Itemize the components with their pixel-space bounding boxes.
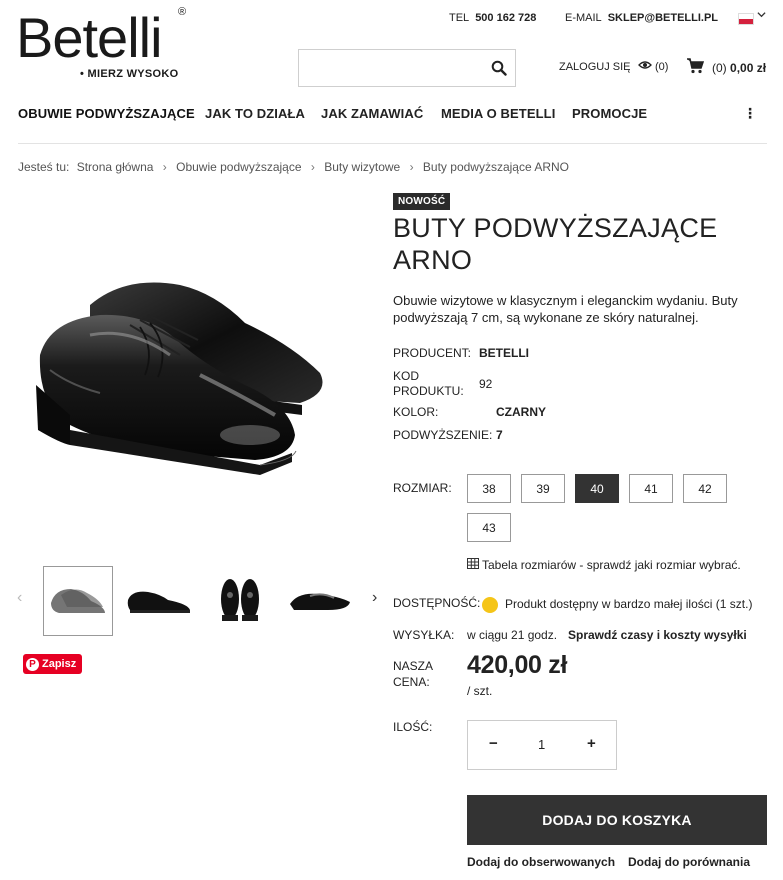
search-icon[interactable] [491,60,507,76]
cart-total: 0,00 zł [730,60,767,75]
size-table-text: Tabela rozmiarów - sprawdź jaki rozmiar … [482,558,741,572]
more-menu-icon[interactable]: ⋮ [743,106,757,120]
brand-name: Betelli [16,6,163,69]
brand-tagline: • MIERZ WYSOKO [80,68,179,80]
lift-label: PODWYŻSZENIE: [393,428,493,442]
gallery-prev-icon[interactable]: ‹ [17,589,22,607]
shipping-time: w ciągu 21 godz. [467,628,558,642]
quantity-increase-button[interactable]: + [587,735,596,752]
nav-divider [18,143,767,144]
nav-item-obuwie[interactable]: OBUWIE PODWYŻSZAJĄCE [18,106,195,121]
code-label: KOD PRODUKTU: [393,369,464,399]
availability-label: DOSTĘPNOŚĆ: [393,596,481,610]
breadcrumb: Jesteś tu: Strona główna › Obuwie podwyż… [18,160,569,174]
chevron-down-icon[interactable] [757,10,766,22]
size-label: ROZMIAR: [393,481,452,495]
watchlist-link[interactable]: (0) [638,60,668,73]
quantity-stepper[interactable]: − 1 + [467,720,617,770]
cart-link[interactable]: (0) 0,00 zł [686,58,766,77]
phone-label: TEL [449,12,470,24]
size-option-43[interactable]: 43 [467,513,511,542]
login-link[interactable]: ZALOGUJ SIĘ [559,61,631,73]
pinterest-label: Zapisz [42,658,77,670]
code-value: 92 [479,377,493,391]
price-label-line2: CENA: [393,675,430,689]
breadcrumb-prefix: Jesteś tu: [18,160,70,174]
add-to-compare-link[interactable]: Dodaj do porównania [628,855,750,869]
breadcrumb-subcategory[interactable]: Buty wizytowe [324,160,400,174]
availability-text: Produkt dostępny w bardzo małej ilości (… [505,597,753,611]
gallery-thumbnail-1[interactable] [43,566,113,636]
color-value: CZARNY [496,405,546,419]
breadcrumb-home[interactable]: Strona główna [77,160,154,174]
search-box[interactable] [298,49,516,87]
size-option-39[interactable]: 39 [521,474,565,503]
gallery-next-icon[interactable]: › [372,589,377,607]
nav-item-media[interactable]: MEDIA O BETELLI [441,106,555,121]
shipping-label: WYSYŁKA: [393,628,455,642]
breadcrumb-separator: › [310,160,315,174]
eye-icon [638,60,652,73]
price-label-line1: NASZA [393,659,434,673]
search-input[interactable] [307,50,491,86]
pinterest-save-button[interactable]: P Zapisz [23,654,82,674]
nav-item-jak-to-dziala[interactable]: JAK TO DZIAŁA [205,106,305,121]
cart-count: (0) [712,60,727,75]
product-description: Obuwie wizytowe w klasycznym i elegancki… [393,293,738,325]
cart-icon [686,58,705,77]
gallery-thumbnail-3[interactable] [205,566,275,636]
new-badge: NOWOŚĆ [393,193,451,210]
availability-dot-icon [482,597,498,613]
producer-label: PRODUCENT: [393,346,472,360]
polish-flag-icon[interactable] [738,13,754,25]
quantity-value[interactable]: 1 [538,737,545,752]
email-label: E-MAIL [565,12,602,24]
add-to-watchlist-link[interactable]: Dodaj do obserwowanych [467,855,615,869]
size-option-40[interactable]: 40 [575,474,619,503]
lift-value: 7 [496,428,503,442]
size-option-38[interactable]: 38 [467,474,511,503]
phone-number[interactable]: 500 162 728 [475,12,536,24]
phone-contact[interactable]: TEL 500 162 728 [449,12,536,24]
product-price: 420,00 zł [467,651,568,679]
code-label-line1: KOD [393,369,420,383]
product-title: BUTY PODWYŻSZAJĄCE ARNO [393,213,718,275]
price-unit: / szt. [467,684,493,698]
breadcrumb-separator: › [409,160,414,174]
breadcrumb-category[interactable]: Obuwie podwyższające [176,160,301,174]
brand-logo[interactable]: Betelli ® • MIERZ WYSOKO [16,6,196,86]
gallery-thumbnail-4[interactable] [286,566,356,636]
code-label-line2: PRODUKTU: [393,384,464,398]
size-option-41[interactable]: 41 [629,474,673,503]
quantity-label: ILOŚĆ: [393,720,433,734]
price-label: NASZA CENA: [393,658,453,690]
size-option-42[interactable]: 42 [683,474,727,503]
breadcrumb-separator: › [162,160,167,174]
product-main-image[interactable] [30,265,350,500]
color-label: KOLOR: [393,405,439,419]
producer-value[interactable]: BETELLI [479,346,529,360]
quantity-decrease-button[interactable]: − [489,735,498,752]
nav-item-promocje[interactable]: PROMOCJE [572,106,647,121]
gallery-thumbnail-2[interactable] [124,566,194,636]
shipping-info-link[interactable]: Sprawdź czasy i koszty wysyłki [568,628,747,642]
pinterest-icon: P [26,657,39,671]
email-contact[interactable]: E-MAIL SKLEP@BETELLI.PL [565,12,718,24]
breadcrumb-current: Buty podwyższające ARNO [422,160,569,174]
add-to-cart-button[interactable]: DODAJ DO KOSZYKA [467,795,767,845]
registered-mark: ® [178,6,187,18]
watchlist-count: (0) [655,60,669,73]
table-icon [467,558,479,572]
email-address[interactable]: SKLEP@BETELLI.PL [608,12,718,24]
size-table-link[interactable]: Tabela rozmiarów - sprawdź jaki rozmiar … [467,558,741,572]
nav-item-jak-zamawiac[interactable]: JAK ZAMAWIAĆ [321,106,423,121]
